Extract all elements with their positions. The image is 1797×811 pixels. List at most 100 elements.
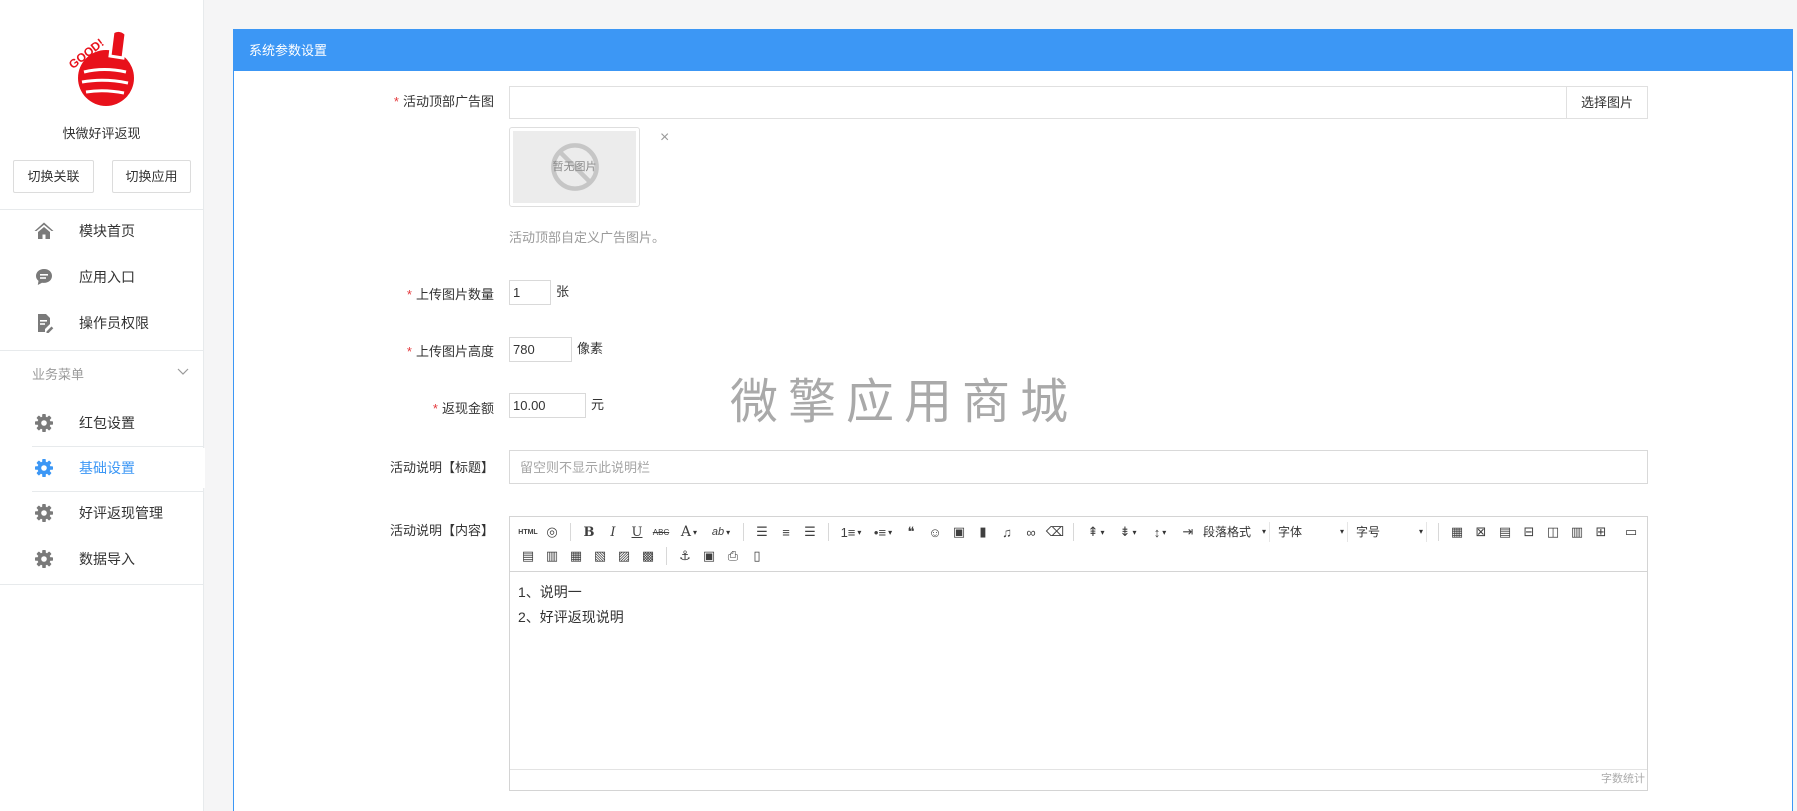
toolbar-separator [570, 523, 571, 541]
template-icon-glyph: ▯ [753, 548, 761, 563]
anchor-icon[interactable]: ⚓ [674, 546, 697, 566]
sidebar-item-module-home[interactable]: 模块首页 [0, 211, 203, 251]
background-color-icon-glyph: ab [711, 526, 725, 538]
source-html-icon[interactable]: HTML [517, 522, 540, 542]
delete-table-icon[interactable]: ⊠ [1470, 522, 1493, 542]
merge-cells-icon[interactable]: ▥ [1566, 522, 1589, 542]
print-icon[interactable]: ⎙ [722, 546, 745, 566]
no-image-text: 暂无图片 [552, 161, 597, 173]
split-to-cols-icon[interactable]: ▩ [637, 546, 660, 566]
select-image-button[interactable]: 选择图片 [1566, 87, 1647, 118]
font-family-select[interactable]: 字体 ▾ [1275, 522, 1348, 542]
insert-caption-icon[interactable]: ▤ [1494, 522, 1517, 542]
sidebar-item-label: 应用入口 [79, 269, 135, 285]
split-to-rows-icon[interactable]: ▨ [613, 546, 636, 566]
upload-height-input[interactable] [509, 337, 572, 362]
banner-image-input[interactable] [510, 87, 1566, 118]
print-icon-glyph: ⎙ [727, 548, 739, 563]
preview-icon[interactable]: ◎ [541, 522, 564, 542]
caret-down-icon: ▾ [888, 527, 893, 537]
font-size-select[interactable]: 字号 ▾ [1353, 522, 1427, 542]
align-left-icon[interactable]: ☰ [751, 522, 774, 542]
gear-icon [34, 458, 54, 478]
switch-link-button[interactable]: 切换关联 [13, 160, 94, 193]
insert-col-icon[interactable]: ◫ [1542, 522, 1565, 542]
strikethrough-icon-glyph: ABC [652, 527, 670, 537]
delete-row-icon[interactable]: ▦ [565, 546, 588, 566]
insert-table-icon[interactable]: ▦ [1446, 522, 1469, 542]
insert-frame-icon[interactable]: ▣ [698, 546, 721, 566]
upload-count-label: * 上传图片数量 [274, 286, 494, 304]
unordered-list-icon[interactable]: •≡ ▾ [868, 522, 899, 542]
switch-app-button[interactable]: 切换应用 [112, 160, 191, 193]
required-mark: * [406, 344, 412, 359]
bold-icon[interactable]: B [578, 522, 601, 542]
row-spacing-top-icon[interactable]: ⇞ ▾ [1081, 522, 1112, 542]
sidebar-item-operator-permissions[interactable]: 操作员权限 [0, 303, 203, 343]
upload-count-unit: 张 [556, 284, 570, 299]
file-edit-icon [34, 313, 54, 333]
sidebar-item-basic-settings[interactable]: 基础设置 [0, 448, 205, 488]
underline-icon[interactable]: U [626, 522, 649, 542]
merge-down-icon-glyph: ▥ [545, 548, 559, 563]
ordered-list-icon[interactable]: 1≡ ▾ [836, 522, 867, 542]
fullscreen-icon[interactable]: ▭ [1620, 522, 1643, 542]
description-title-input[interactable] [509, 450, 1648, 484]
editor-content-line: 2、好评返现说明 [518, 609, 624, 625]
editor-toolbar-row: ▤ ▥ ▦ ▧ ▨ ▩ ⚓ ▣ ⎙ ▯ [516, 544, 1643, 568]
insert-image-icon[interactable]: ▣ [948, 522, 971, 542]
line-height-icon[interactable]: ↕ ▾ [1145, 522, 1176, 542]
font-color-icon[interactable]: A ▾ [674, 522, 705, 542]
insert-image-icon-glyph: ▣ [952, 524, 966, 539]
italic-icon[interactable]: I [602, 522, 625, 542]
cashback-amount-unit: 元 [591, 397, 605, 412]
cashback-amount-input[interactable] [509, 393, 586, 418]
strikethrough-icon[interactable]: ABC [650, 522, 673, 542]
preview-icon-glyph: ◎ [546, 524, 558, 539]
merge-cells-icon-glyph: ▥ [1570, 524, 1584, 539]
sidebar-subdivider [32, 491, 204, 492]
insert-row-icon[interactable]: ⊟ [1518, 522, 1541, 542]
paragraph-select-value: 段落格式 [1203, 525, 1252, 539]
chevron-down-icon[interactable] [177, 368, 189, 376]
upload-height-label-text: 上传图片高度 [415, 344, 494, 359]
template-icon[interactable]: ▯ [746, 546, 769, 566]
gear-icon [34, 413, 54, 433]
indent-icon[interactable]: ⇥ [1177, 522, 1200, 542]
font-family-select-value: 字体 [1278, 525, 1303, 539]
sidebar-item-data-import[interactable]: 数据导入 [0, 539, 203, 579]
merge-down-icon[interactable]: ▥ [541, 546, 564, 566]
sidebar-item-review-cashback-management[interactable]: 好评返现管理 [0, 493, 203, 533]
font-size-select-value: 字号 [1356, 525, 1381, 539]
background-color-icon[interactable]: ab ▾ [706, 522, 737, 542]
insert-video-icon[interactable]: ▮ [972, 522, 995, 542]
insert-video-icon-glyph: ▮ [979, 524, 987, 539]
sidebar-item-app-entry[interactable]: 应用入口 [0, 257, 203, 297]
emotion-icon[interactable]: ☺ [924, 522, 947, 542]
merge-right-icon[interactable]: ▤ [517, 546, 540, 566]
sidebar-item-redpacket-settings[interactable]: 红包设置 [0, 403, 203, 443]
clear-format-icon[interactable]: ⌫ [1044, 522, 1067, 542]
align-center-icon[interactable]: ≡ [775, 522, 798, 542]
editor-content[interactable]: 1、说明一 2、好评返现说明 [510, 572, 1647, 769]
blockquote-icon[interactable]: ❝ [900, 522, 923, 542]
caret-down-icon: ▾ [1132, 527, 1137, 537]
business-menu-title[interactable]: 业务菜单 [32, 366, 84, 384]
delete-col-icon[interactable]: ▧ [589, 546, 612, 566]
sidebar: GOOD! 快微好评返现 切换关联 切换应用 模块首页 应用入口 操作员权限 业… [0, 0, 205, 811]
line-height-icon-glyph: ↕ [1153, 524, 1161, 540]
align-right-icon[interactable]: ☰ [799, 522, 822, 542]
paragraph-select[interactable]: 段落格式 ▾ [1200, 522, 1270, 542]
insert-table-icon-glyph: ▦ [1450, 524, 1464, 539]
row-spacing-bottom-icon[interactable]: ⇟ ▾ [1113, 522, 1144, 542]
fullscreen-icon-glyph: ▭ [1624, 524, 1638, 539]
align-center-icon-glyph: ≡ [782, 524, 790, 540]
cashback-amount-label-text: 返现金额 [441, 401, 494, 416]
row-spacing-bottom-icon-glyph: ⇟ [1119, 524, 1131, 539]
link-icon[interactable]: ∞ [1020, 522, 1043, 542]
music-icon[interactable]: ♫ [996, 522, 1019, 542]
split-cells-icon[interactable]: ⊞ [1590, 522, 1613, 542]
align-right-icon-glyph: ☰ [804, 524, 816, 539]
close-icon[interactable]: × [660, 129, 669, 147]
upload-count-input[interactable] [509, 280, 551, 305]
